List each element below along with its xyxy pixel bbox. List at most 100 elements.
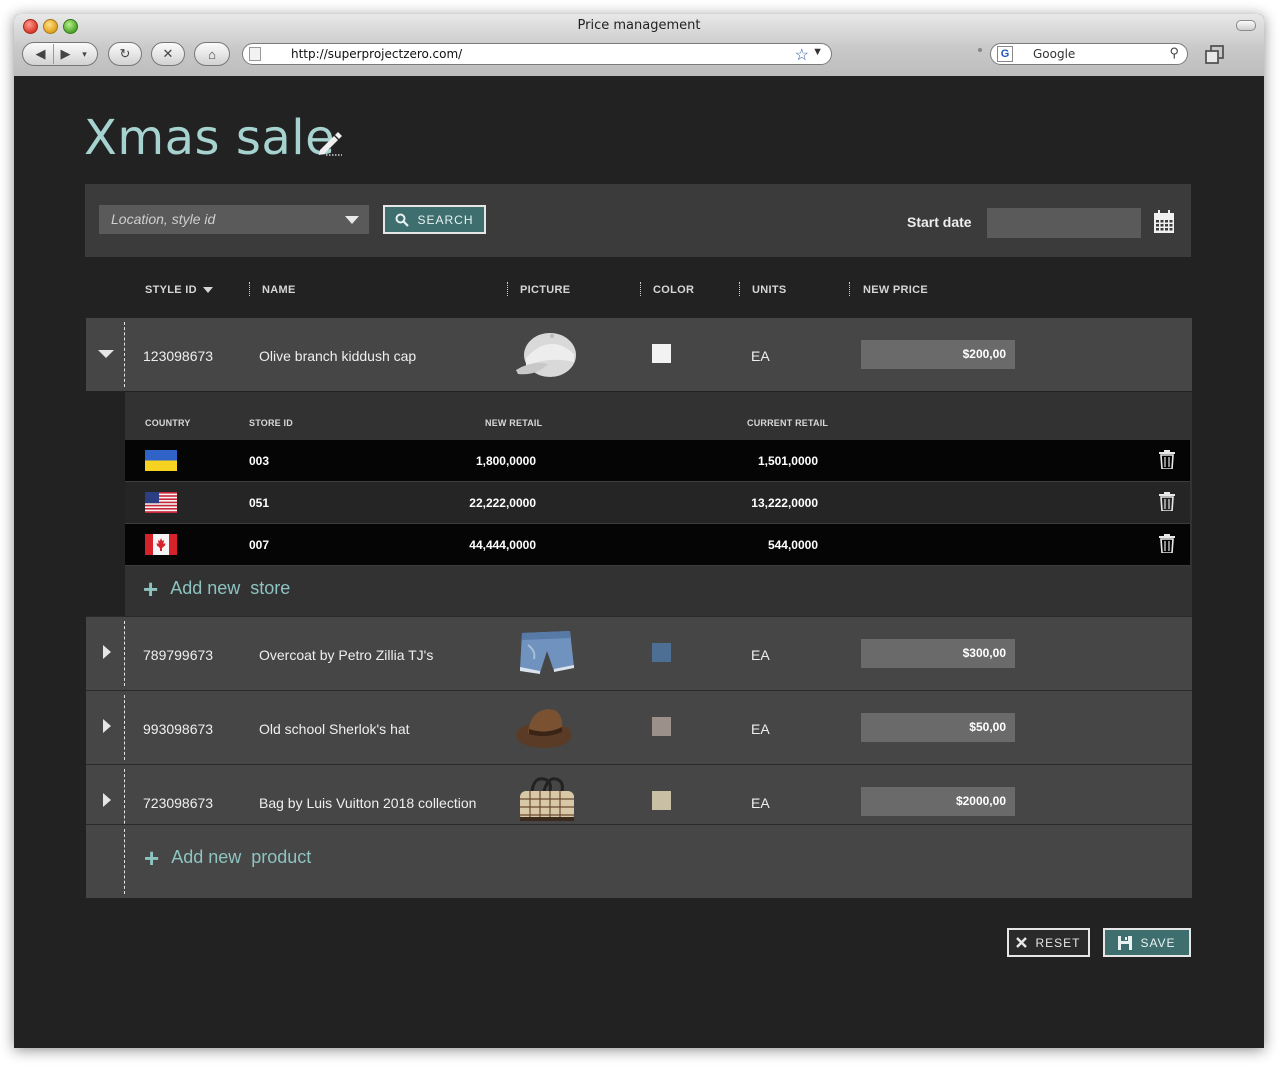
store-id: 007 — [249, 538, 270, 552]
window-title: Price management — [577, 18, 701, 33]
home-icon: ⌂ — [208, 46, 216, 62]
current-retail: 13,222,0000 — [751, 496, 818, 510]
collapse-row-button[interactable] — [86, 318, 124, 391]
price-management-app: Xmas sale Location, style id SEARCH Star… — [14, 76, 1264, 1048]
store-id: 051 — [249, 496, 270, 510]
column-header-picture: PICTURE — [520, 284, 571, 296]
style-id: 723098673 — [143, 795, 214, 811]
stop-button[interactable]: ✕ — [151, 42, 185, 66]
browser-toolbar: Price management ◀ ▶ ▾ ↻ ✕ ⌂ http://supe… — [14, 14, 1264, 77]
color-swatch — [652, 717, 671, 736]
address-bar[interactable]: http://superprojectzero.com/ ☆ ▼ — [242, 43, 832, 65]
location-style-dropdown[interactable]: Location, style id — [99, 205, 369, 234]
new-retail: 1,800,0000 — [475, 454, 536, 468]
column-header-store-id: STORE ID — [249, 418, 293, 428]
units: EA — [751, 348, 770, 364]
style-id: 993098673 — [143, 721, 214, 737]
column-header-current-retail: CURRENT RETAIL — [747, 418, 829, 428]
expand-row-button[interactable] — [86, 617, 124, 690]
caret-down-icon — [98, 350, 114, 358]
current-retail: 1,501,0000 — [757, 454, 818, 468]
current-retail: 544,0000 — [767, 538, 818, 552]
reset-button[interactable]: RESET — [1007, 928, 1090, 957]
new-price-field[interactable]: $50,00 — [861, 713, 1015, 742]
toolbar-toggle-button[interactable] — [1236, 20, 1256, 31]
store-id: 003 — [249, 454, 270, 468]
floppy-disk-icon — [1118, 935, 1133, 950]
canada-flag-icon — [145, 534, 177, 555]
column-header-country: COUNTRY — [145, 418, 191, 428]
stop-icon: ✕ — [162, 46, 174, 61]
expand-row-button[interactable] — [86, 691, 124, 764]
product-name: Old school Sherlok's hat — [259, 721, 410, 737]
plus-icon: + — [144, 842, 160, 873]
url-text: http://superprojectzero.com/ — [291, 47, 463, 61]
bookmark-star-icon[interactable]: ☆ — [795, 45, 809, 65]
url-dropdown-icon[interactable]: ▼ — [812, 46, 823, 58]
save-button[interactable]: SAVE — [1103, 928, 1191, 957]
column-header-style-id[interactable]: STYLE ID — [145, 284, 213, 296]
product-name: Olive branch kiddush cap — [259, 348, 417, 364]
close-icon — [1016, 937, 1028, 948]
stores-panel: COUNTRY STORE ID NEW RETAIL CURRENT RETA… — [125, 392, 1192, 616]
product-row: 123098673 Olive branch kiddush cap EA $2… — [86, 318, 1192, 391]
add-product-label: Add new product — [171, 847, 312, 867]
start-date-label: Start date — [907, 214, 972, 230]
add-store-button[interactable]: + Add new store — [143, 573, 290, 604]
history-dropdown-icon[interactable]: ▾ — [78, 49, 92, 60]
new-price-field[interactable]: $200,00 — [861, 340, 1015, 369]
dropdown-placeholder: Location, style id — [111, 211, 216, 227]
trash-icon[interactable] — [1159, 492, 1175, 512]
color-swatch — [652, 344, 671, 363]
product-name: Bag by Luis Vuitton 2018 collection — [259, 795, 477, 811]
product-row: 993098673 Old school Sherlok's hat EA $5… — [86, 690, 1192, 764]
store-row: 003 1,800,0000 1,501,0000 — [125, 440, 1190, 482]
store-row: 051 22,222,0000 13,222,0000 — [125, 482, 1190, 524]
tabs-overview-icon[interactable] — [1204, 44, 1224, 64]
column-header-units: UNITS — [752, 284, 787, 296]
back-forward-buttons: ◀ ▶ ▾ — [22, 42, 98, 66]
column-header-new-retail: NEW RETAIL — [485, 418, 543, 428]
product-picture-shorts — [514, 627, 580, 679]
start-date-input[interactable] — [987, 208, 1141, 238]
reset-button-label: RESET — [1035, 935, 1081, 950]
color-swatch — [652, 643, 671, 662]
reload-icon: ↻ — [119, 46, 131, 61]
home-button[interactable]: ⌂ — [194, 42, 230, 66]
column-header-color: COLOR — [653, 284, 695, 296]
magnifier-icon[interactable]: ⚲ — [1169, 45, 1179, 61]
edit-pencil-icon[interactable] — [316, 128, 344, 156]
web-search-text: Google — [1033, 47, 1076, 61]
add-product-button[interactable]: + Add new product — [144, 842, 312, 873]
plus-icon: + — [143, 573, 159, 604]
new-price-field[interactable]: $2000,00 — [861, 787, 1015, 816]
page-title: Xmas sale — [84, 110, 336, 166]
trash-icon[interactable] — [1159, 534, 1175, 554]
calendar-icon[interactable] — [1153, 210, 1175, 234]
column-header-name[interactable]: NAME — [262, 284, 296, 296]
style-id: 789799673 — [143, 647, 214, 663]
google-icon[interactable]: G — [997, 46, 1013, 62]
reload-button[interactable]: ↻ — [108, 42, 142, 66]
filter-bar: Location, style id SEARCH Start date — [85, 184, 1191, 257]
save-button-label: SAVE — [1140, 935, 1176, 950]
units: EA — [751, 795, 770, 811]
search-icon — [395, 213, 410, 227]
product-picture-cap — [514, 328, 580, 380]
forward-arrow-icon[interactable]: ▶ — [54, 46, 78, 62]
style-id: 123098673 — [143, 348, 214, 364]
sort-desc-icon — [202, 287, 213, 294]
color-swatch — [652, 791, 671, 810]
product-picture-bag — [514, 775, 580, 827]
caret-right-icon — [103, 719, 111, 733]
trash-icon[interactable] — [1159, 450, 1175, 470]
new-price-field[interactable]: $300,00 — [861, 639, 1015, 668]
caret-right-icon — [103, 645, 111, 659]
web-search-field[interactable]: G Google ⚲ — [990, 43, 1188, 65]
search-button[interactable]: SEARCH — [383, 205, 486, 234]
store-row: 007 44,444,0000 544,0000 — [125, 524, 1190, 566]
back-arrow-icon[interactable]: ◀ — [29, 46, 53, 62]
search-button-label: SEARCH — [417, 212, 474, 227]
ukraine-flag-icon — [145, 450, 177, 471]
product-name: Overcoat by Petro Zillia TJ's — [259, 647, 434, 663]
